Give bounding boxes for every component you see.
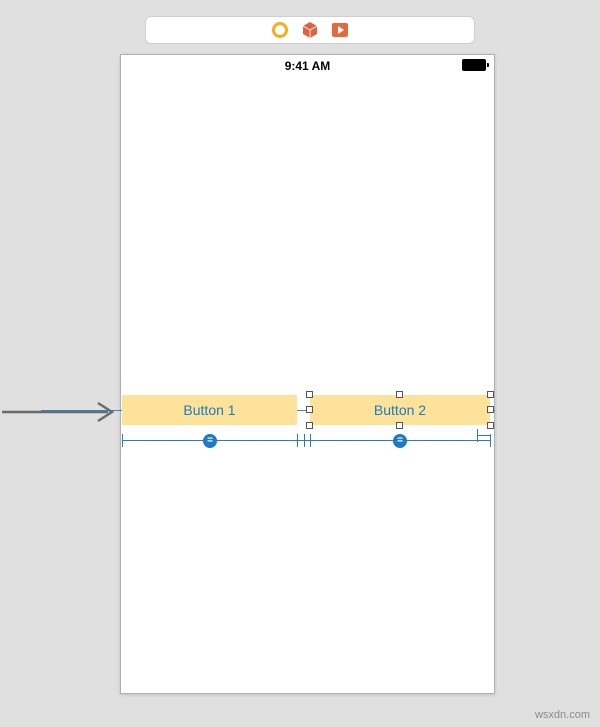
annotation-arrow-icon — [2, 400, 120, 424]
status-bar: 9:41 AM — [121, 55, 494, 77]
resize-handle-icon[interactable] — [487, 391, 494, 398]
resize-handle-icon[interactable] — [487, 422, 494, 429]
button-2-label: Button 2 — [374, 402, 426, 418]
resize-handle-icon[interactable] — [396, 391, 403, 398]
device-canvas: 9:41 AM — [120, 54, 495, 694]
constraint-tick-icon — [477, 429, 478, 442]
constraint-indicators: = = — [122, 432, 495, 456]
constraint-line-icon — [297, 440, 310, 441]
button-1-label: Button 1 — [183, 402, 235, 418]
equal-width-badge[interactable]: = — [393, 434, 407, 448]
resize-handle-icon[interactable] — [306, 422, 313, 429]
battery-icon — [462, 59, 486, 71]
cube-icon[interactable] — [301, 21, 319, 39]
button-2[interactable]: Button 2 — [310, 395, 490, 425]
equal-width-badge[interactable]: = — [203, 434, 217, 448]
constraint-line-icon — [477, 435, 491, 436]
button-1[interactable]: Button 1 — [122, 395, 297, 425]
ib-toolbar — [145, 16, 475, 44]
resize-handle-icon[interactable] — [396, 422, 403, 429]
resize-handle-icon[interactable] — [306, 391, 313, 398]
resize-handle-icon[interactable] — [487, 406, 494, 413]
stop-icon[interactable] — [271, 21, 289, 39]
play-icon[interactable] — [331, 21, 349, 39]
status-time: 9:41 AM — [285, 59, 331, 73]
resize-handle-icon[interactable] — [306, 406, 313, 413]
watermark: wsxdn.com — [535, 709, 590, 721]
